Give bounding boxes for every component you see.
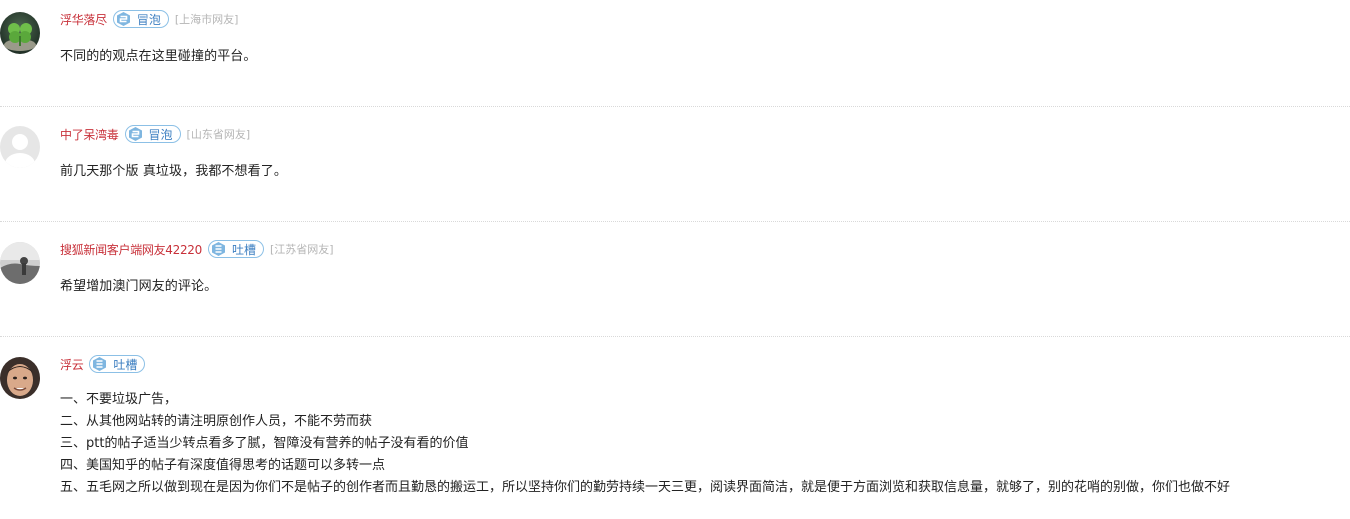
level-2-icon [116,12,130,26]
comment-meta: 浮云 吐槽 [60,354,146,374]
level-3-icon [93,357,107,371]
user-location: [山东省网友] [186,128,251,141]
comment-line: 一、不要垃圾广告， [60,392,178,407]
face-avatar-icon [0,357,40,399]
user-location: [上海市网友] [174,13,239,26]
comment-text: 一、不要垃圾广告， 二、从其他网站转的请注明原创作人员，不能不劳而获 三、ptt… [60,389,1230,499]
badge-label: 冒泡 [148,127,173,142]
comment-line: 三、ptt的帖子适当少转点看多了腻，智障没有营养的帖子没有看的价值 [60,436,469,451]
badge-label: 吐槽 [231,242,256,257]
comment-line: 四、美国知乎的帖子有深度值得思考的话题可以多转一点 [60,458,386,473]
comment-meta: 中了呆湾毒 冒泡 [山东省网友] [60,124,250,144]
user-avatar[interactable] [0,126,40,168]
user-level-badge: 冒泡 [112,10,169,28]
comment-line: 二、从其他网站转的请注明原创作人员，不能不劳而获 [60,414,373,429]
user-level-badge: 吐槽 [207,240,264,258]
default-user-icon [0,126,40,168]
comment-divider [0,336,1350,337]
badge-label: 冒泡 [136,12,161,27]
comment-text: 不同的的观点在这里碰撞的平台。 [60,49,257,64]
comment-text: 希望增加澳门网友的评论。 [60,279,218,294]
username-link[interactable]: 中了呆湾毒 [60,126,119,143]
badge-label: 吐槽 [113,357,138,372]
username-link[interactable]: 搜狐新闻客户端网友42220 [60,241,202,258]
comment-divider [0,221,1350,222]
level-2-icon [128,127,142,141]
comment-meta: 浮华落尽 冒泡 [上海市网友] [60,9,238,29]
comment-line: 五、五毛网之所以做到现在是因为你们不是帖子的创作者而且勤恳的搬运工，所以坚持你们… [60,480,1231,495]
comment-meta: 搜狐新闻客户端网友42220 吐槽 [江苏省网友] [60,239,334,259]
clover-avatar-icon [0,12,40,54]
user-level-badge: 冒泡 [124,125,181,143]
user-avatar[interactable] [0,242,40,284]
comment-divider [0,106,1350,107]
user-location: [江苏省网友] [270,243,334,256]
user-level-badge: 吐槽 [89,355,146,373]
user-avatar[interactable] [0,357,40,399]
username-link[interactable]: 浮云 [60,356,84,373]
photo-avatar-icon [0,242,40,284]
username-link[interactable]: 浮华落尽 [60,11,107,28]
comment-text: 前几天那个版 真垃圾，我都不想看了。 [60,164,287,179]
level-3-icon [211,242,225,256]
user-avatar[interactable] [0,12,40,54]
